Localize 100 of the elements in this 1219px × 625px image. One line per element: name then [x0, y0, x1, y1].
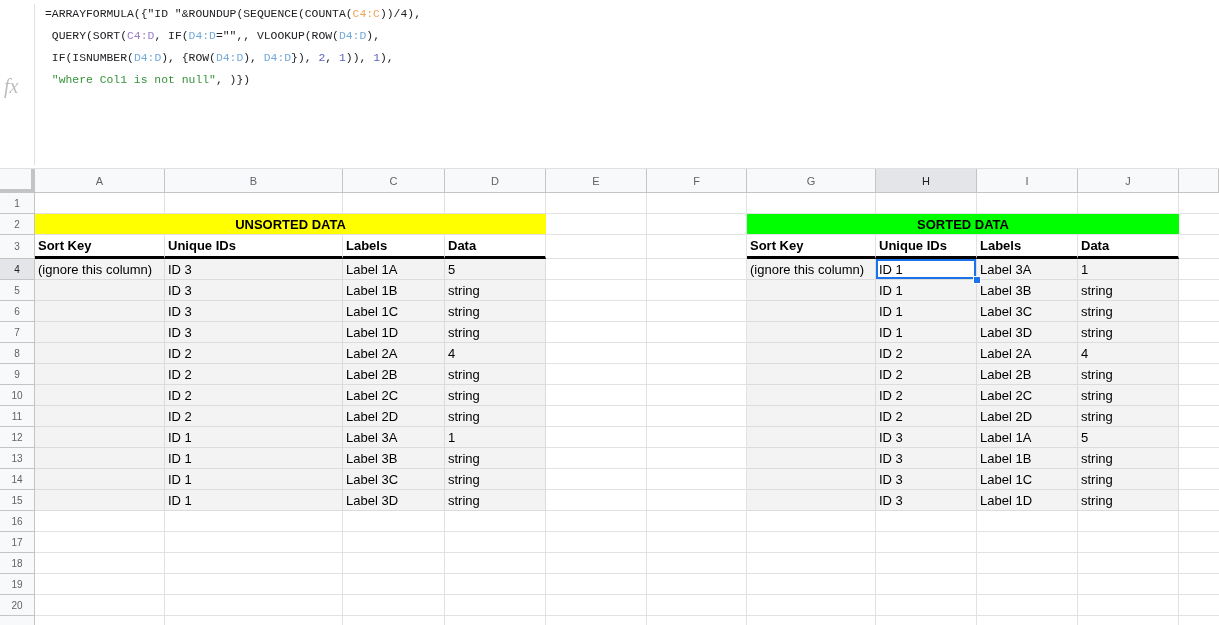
table-cell[interactable]	[35, 469, 165, 490]
table-cell[interactable]: (ignore this column)	[747, 259, 876, 280]
table-cell[interactable]: string	[445, 490, 546, 511]
table-cell[interactable]: ID 1	[876, 322, 977, 343]
table-cell[interactable]	[747, 301, 876, 322]
table-cell[interactable]: ID 3	[876, 469, 977, 490]
table-cell[interactable]: ID 3	[165, 280, 343, 301]
table-cell[interactable]: Label 2D	[343, 406, 445, 427]
table-cell[interactable]: ID 1	[876, 301, 977, 322]
row-header[interactable]: 10	[0, 385, 35, 406]
table-cell[interactable]: Label 1B	[977, 448, 1078, 469]
table-title[interactable]: UNSORTED DATA	[35, 214, 546, 235]
table-cell[interactable]: string	[1078, 364, 1179, 385]
table-cell[interactable]: Label 1B	[343, 280, 445, 301]
row-header[interactable]: 15	[0, 490, 35, 511]
table-cell[interactable]: ID 3	[165, 301, 343, 322]
row-header[interactable]: 12	[0, 427, 35, 448]
table-cell[interactable]: ID 2	[876, 343, 977, 364]
table-cell[interactable]: Label 2B	[977, 364, 1078, 385]
table-cell[interactable]: string	[1078, 469, 1179, 490]
table-cell[interactable]: Label 2C	[977, 385, 1078, 406]
table-cell[interactable]: Label 1A	[343, 259, 445, 280]
table-cell[interactable]: string	[445, 364, 546, 385]
table-cell[interactable]: Label 1D	[977, 490, 1078, 511]
row-header[interactable]: 9	[0, 364, 35, 385]
table-cell[interactable]: ID 2	[165, 406, 343, 427]
column-header[interactable]: E	[546, 169, 647, 193]
row-header[interactable]: 7	[0, 322, 35, 343]
formula-field[interactable]: =ARRAYFORMULA({"ID "&ROUNDUP(SEQUENCE(COUNTA(C4:C))/4), QUERY(SORT(C4:D, IF(D4:D="",, VLOOKUP(ROW(D4:D), IF(ISNUMBER(D4:D), {ROW(D4:D), D4:D}), 2, 1)), 1), "where Col1 is not null", )})	[35, 0, 1219, 168]
table-cell[interactable]: ID 3	[165, 259, 343, 280]
table-cell[interactable]	[747, 427, 876, 448]
table-cell[interactable]: (ignore this column)	[35, 259, 165, 280]
table-cell[interactable]: Label 2A	[977, 343, 1078, 364]
table-cell[interactable]: string	[1078, 448, 1179, 469]
table-cell[interactable]: 5	[1078, 427, 1179, 448]
table-cell[interactable]	[35, 280, 165, 301]
column-header[interactable]: I	[977, 169, 1078, 193]
table-cell[interactable]	[35, 490, 165, 511]
table-cell[interactable]: string	[445, 448, 546, 469]
table-cell[interactable]: 5	[445, 259, 546, 280]
table-cell[interactable]	[747, 280, 876, 301]
table-cell[interactable]	[747, 385, 876, 406]
table-cell[interactable]	[747, 343, 876, 364]
table-cell[interactable]: Label 1A	[977, 427, 1078, 448]
table-cell[interactable]: string	[1078, 280, 1179, 301]
table-cell[interactable]: string	[1078, 322, 1179, 343]
table-cell[interactable]	[35, 427, 165, 448]
table-cell[interactable]: string	[445, 406, 546, 427]
table-cell[interactable]	[747, 490, 876, 511]
table-cell[interactable]: string	[445, 469, 546, 490]
row-header[interactable]: 3	[0, 235, 35, 259]
table-cell[interactable]	[747, 364, 876, 385]
column-header[interactable]: F	[647, 169, 747, 193]
table-cell[interactable]: ID 1	[876, 259, 977, 280]
table-cell[interactable]: string	[445, 385, 546, 406]
row-header[interactable]: 8	[0, 343, 35, 364]
table-cell[interactable]: ID 1	[165, 490, 343, 511]
table-cell[interactable]: ID 2	[876, 406, 977, 427]
column-header[interactable]: A	[35, 169, 165, 193]
table-cell[interactable]	[35, 406, 165, 427]
table-cell[interactable]: Label 3A	[977, 259, 1078, 280]
table-cell[interactable]: string	[1078, 385, 1179, 406]
table-cell[interactable]: ID 3	[165, 322, 343, 343]
table-cell[interactable]: ID 2	[876, 364, 977, 385]
row-header[interactable]: 13	[0, 448, 35, 469]
row-header[interactable]: 11	[0, 406, 35, 427]
table-cell[interactable]	[747, 406, 876, 427]
table-cell[interactable]: ID 1	[876, 280, 977, 301]
column-header[interactable]: G	[747, 169, 876, 193]
table-cell[interactable]	[747, 448, 876, 469]
column-header[interactable]	[1179, 169, 1219, 193]
table-cell[interactable]: Label 3C	[977, 301, 1078, 322]
column-header[interactable]: H	[876, 169, 977, 193]
table-cell[interactable]: Label 3D	[977, 322, 1078, 343]
row-header[interactable]: 4	[0, 259, 35, 280]
row-header[interactable]: 5	[0, 280, 35, 301]
table-cell[interactable]	[35, 385, 165, 406]
table-cell[interactable]: Label 1D	[343, 322, 445, 343]
table-cell[interactable]: string	[445, 280, 546, 301]
row-header[interactable]: 20	[0, 595, 35, 616]
column-header[interactable]: C	[343, 169, 445, 193]
row-header[interactable]: 17	[0, 532, 35, 553]
table-cell[interactable]: Label 2D	[977, 406, 1078, 427]
row-header[interactable]: 6	[0, 301, 35, 322]
table-cell[interactable]	[35, 322, 165, 343]
table-cell[interactable]: ID 2	[165, 343, 343, 364]
table-cell[interactable]: Label 1C	[977, 469, 1078, 490]
column-header[interactable]: J	[1078, 169, 1179, 193]
table-cell[interactable]	[35, 448, 165, 469]
table-cell[interactable]: Label 3C	[343, 469, 445, 490]
table-cell[interactable]: ID 1	[165, 448, 343, 469]
table-cell[interactable]: 4	[1078, 343, 1179, 364]
row-header[interactable]: 1	[0, 193, 35, 214]
table-cell[interactable]: string	[445, 301, 546, 322]
table-cell[interactable]	[35, 364, 165, 385]
column-header[interactable]: D	[445, 169, 546, 193]
table-cell[interactable]: ID 1	[165, 469, 343, 490]
table-cell[interactable]: ID 3	[876, 427, 977, 448]
table-cell[interactable]: string	[1078, 301, 1179, 322]
table-cell[interactable]	[747, 469, 876, 490]
